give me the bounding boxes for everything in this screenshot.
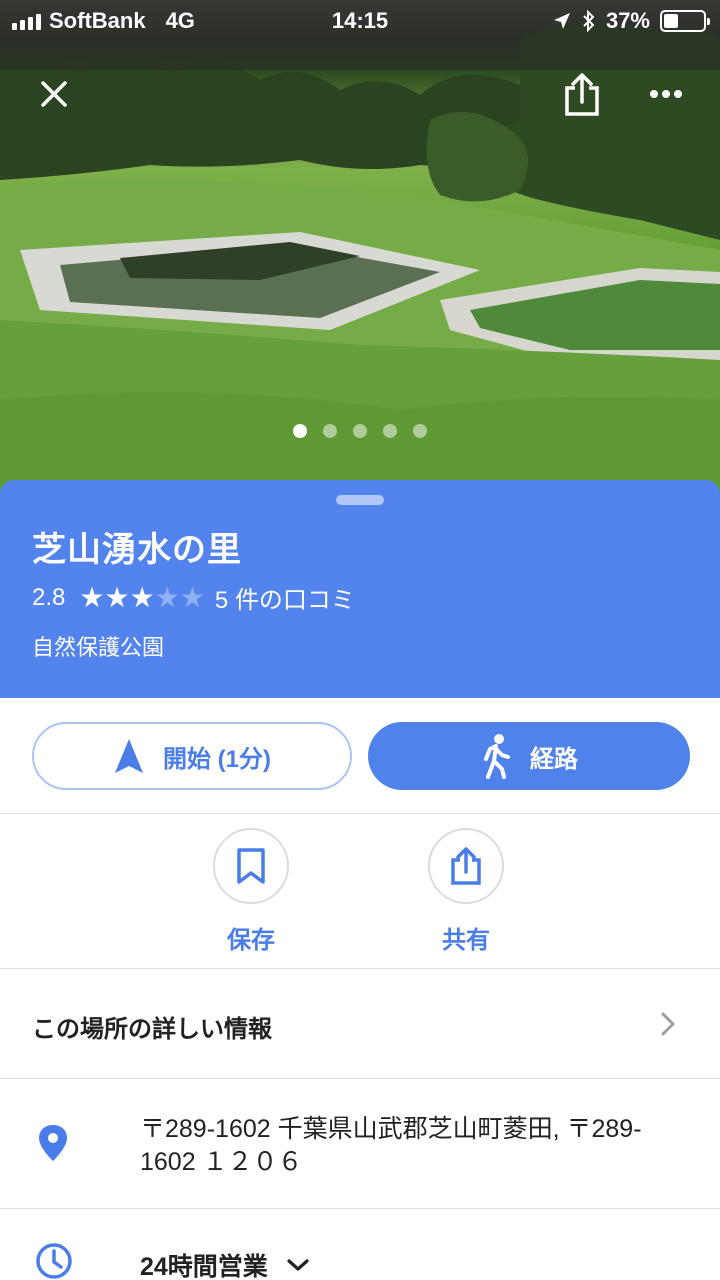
start-label: 開始 (1分) [163,745,271,773]
clock-icon [36,1243,72,1279]
start-navigation-button[interactable]: 開始 (1分) [32,722,352,790]
pager-dot[interactable] [413,424,427,438]
status-bar: SoftBank 4G 14:15 37% [0,0,720,40]
place-title: 芝山湧水の里 [32,531,242,569]
star-icon: ★ [104,581,130,613]
save-label: 保存 [227,927,275,954]
navigation-actions: 開始 (1分) 経路 [0,698,720,814]
location-arrow-icon [553,13,570,29]
battery-icon [660,10,710,32]
pager-dot[interactable] [293,424,307,438]
bluetooth-icon [583,10,595,32]
hours-row[interactable]: 24時間営業 [0,1209,720,1280]
photo-pager[interactable] [0,424,720,438]
pager-dot[interactable] [383,424,397,438]
share-icon [451,847,481,885]
address-text: 〒289-1602 千葉県山武郡芝山町菱田, 〒289-1602 １２０６ [140,1115,642,1176]
rating-value: 2.8 [32,583,66,611]
star-icon: ★ [154,581,180,613]
review-count: 5 件の口コミ [214,587,355,614]
star-icon: ★ [129,581,155,613]
more-button[interactable] [640,68,692,120]
route-button[interactable]: 経路 [368,722,690,790]
battery-fill [664,14,679,28]
place-header-card[interactable]: 芝山湧水の里 2.8 ★ ★ ★ ★ ★ 5 件の口コミ 自然保護公園 [0,480,720,698]
chevron-right-icon [661,1012,675,1036]
battery-percent: 37% [605,8,650,33]
more-info-label: この場所の詳しい情報 [32,1016,272,1043]
place-category: 自然保護公園 [32,635,165,660]
share-button[interactable]: 共有 [406,828,526,955]
save-button[interactable]: 保存 [191,828,311,955]
pager-dot[interactable] [353,424,367,438]
more-info-row[interactable]: この場所の詳しい情報 [0,969,720,1079]
share-photo-button[interactable] [556,68,608,120]
bookmark-icon [237,848,265,884]
location-pin-icon [39,1125,67,1161]
address-row[interactable]: 〒289-1602 千葉県山武郡芝山町菱田, 〒289-1602 １２０６ [0,1079,720,1209]
walking-icon [484,734,510,779]
save-circle[interactable] [213,828,289,904]
route-label: 経路 [530,745,578,773]
share-circle[interactable] [428,828,504,904]
navigation-arrow-icon [115,739,143,773]
close-icon [41,81,67,107]
pager-dot[interactable] [323,424,337,438]
hours-label: 24時間営業 [140,1253,268,1280]
drag-handle[interactable] [336,495,384,505]
share-icon [565,73,599,116]
more-icon [650,90,682,98]
rating-row[interactable]: 2.8 ★ ★ ★ ★ ★ 5 件の口コミ [32,580,355,615]
chevron-down-icon[interactable] [286,1258,310,1272]
star-icon: ★ [79,581,105,613]
place-photo[interactable]: SoftBank 4G 14:15 37% [0,0,720,500]
quick-actions: 保存 共有 [0,814,720,969]
share-label: 共有 [442,927,490,954]
star-icon: ★ [179,581,205,613]
rating-stars: ★ ★ ★ ★ ★ [79,581,205,613]
close-button[interactable] [28,68,80,120]
